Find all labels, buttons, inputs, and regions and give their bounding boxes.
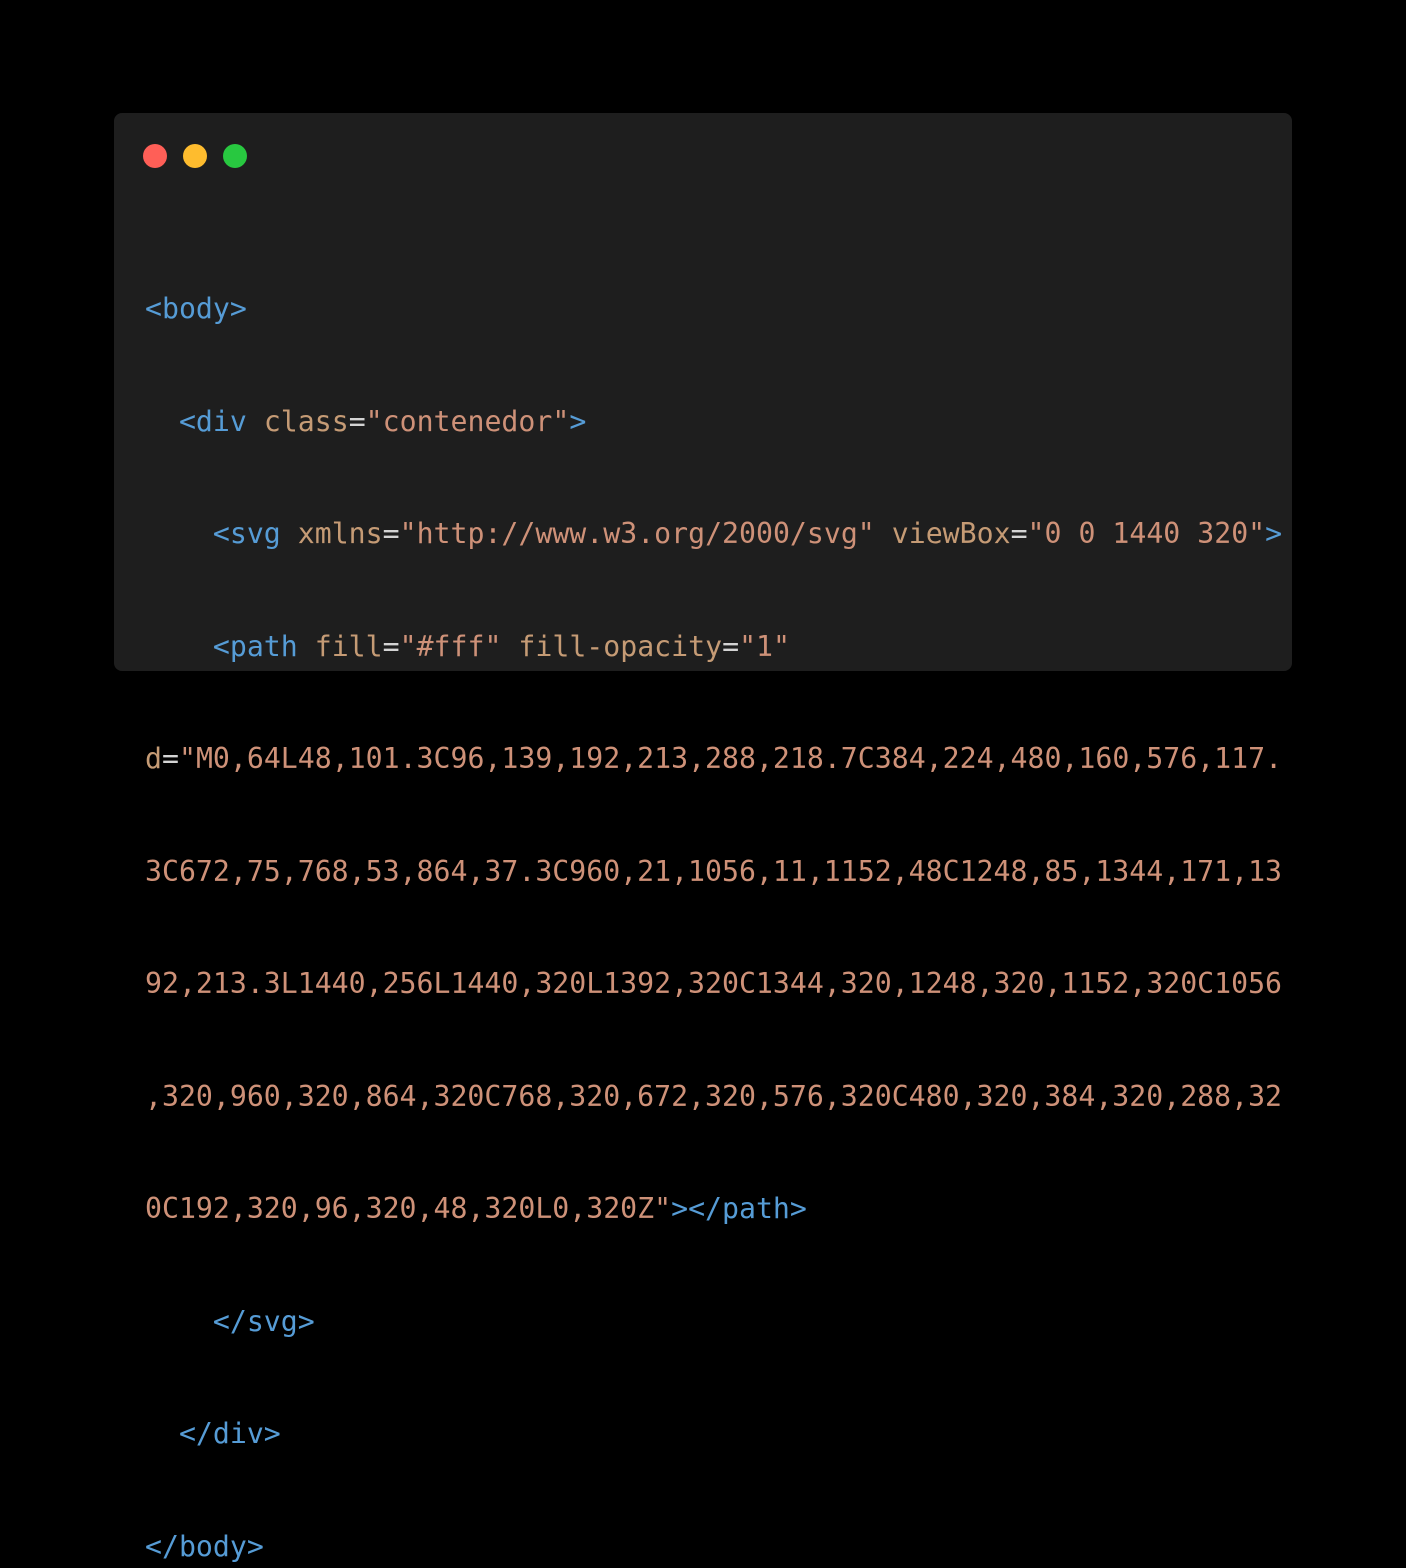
path-data-value: 3C672,75,768,53,864,37.3C960,21,1056,11,… xyxy=(145,854,1283,888)
equals-sign: = xyxy=(348,404,366,438)
code-block: <body> <div class="contenedor"> <svg xml… xyxy=(145,215,1282,1568)
tag-close-bracket: > xyxy=(1265,517,1283,550)
fill-value: "#fff" xyxy=(399,629,502,663)
screenshot-background: <body> <div class="contenedor"> <svg xml… xyxy=(0,0,1406,1563)
maximize-button[interactable] xyxy=(223,144,247,168)
path-data-value: 0C192,320,96,320,48,320L0,320Z" xyxy=(145,1192,672,1225)
equals-sign: = xyxy=(382,629,400,663)
minimize-button[interactable] xyxy=(183,144,207,168)
code-line-10: </svg> xyxy=(145,1303,1277,1341)
fill-opacity-value: "1" xyxy=(739,629,790,663)
xmlns-value: "http://www.w3.org/2000/svg" xyxy=(399,517,875,550)
body-open-tag: <body> xyxy=(145,292,247,325)
code-line-11: </div> xyxy=(145,1415,1277,1453)
fill-opacity-attribute: fill-opacity xyxy=(518,629,723,663)
body-close-tag: </body> xyxy=(145,1529,264,1563)
code-line-1: <body> xyxy=(145,290,1277,328)
code-line-7: 92,213.3L1440,256L1440,320L1392,320C1344… xyxy=(145,965,1282,1003)
tag-close-bracket: > xyxy=(569,404,587,438)
code-line-2: <div class="contenedor"> xyxy=(145,403,1277,441)
path-close-tag: ></path> xyxy=(671,1192,807,1225)
equals-sign: = xyxy=(1010,517,1028,550)
code-window: <body> <div class="contenedor"> <svg xml… xyxy=(114,113,1292,1563)
svg-close-tag: </svg> xyxy=(212,1304,315,1338)
viewbox-value: "0 0 1440 320" xyxy=(1027,517,1266,550)
window-controls xyxy=(143,144,247,168)
code-line-5: d="M0,64L48,101.3C96,139,192,213,288,218… xyxy=(145,740,1282,778)
class-value: "contenedor" xyxy=(365,404,570,438)
class-attribute: class xyxy=(263,404,349,438)
fill-attribute: fill xyxy=(314,629,383,663)
code-line-12: </body> xyxy=(145,1528,1277,1566)
code-line-9: 0C192,320,96,320,48,320L0,320Z"></path> xyxy=(145,1190,1277,1228)
close-button[interactable] xyxy=(143,144,167,168)
code-line-3: <svg xmlns="http://www.w3.org/2000/svg" … xyxy=(145,515,1282,553)
path-data-value: 92,213.3L1440,256L1440,320L1392,320C1344… xyxy=(145,967,1283,1000)
equals-sign: = xyxy=(722,629,740,663)
path-open-tag: <path xyxy=(212,629,298,663)
xmlns-attribute: xmlns xyxy=(297,517,383,550)
viewbox-attribute: viewBox xyxy=(891,517,1011,550)
svg-open-tag: <svg xyxy=(212,517,281,550)
path-data-value: ,320,960,320,864,320C768,320,672,320,576… xyxy=(145,1079,1283,1113)
d-attribute: d xyxy=(145,742,162,775)
path-data-value: "M0,64L48,101.3C96,139,192,213,288,218.7… xyxy=(178,742,1283,775)
equals-sign: = xyxy=(161,742,179,775)
div-open-tag: <div xyxy=(178,404,247,438)
code-line-8: ,320,960,320,864,320C768,320,672,320,576… xyxy=(145,1078,1282,1116)
div-close-tag: </div> xyxy=(178,1417,281,1450)
equals-sign: = xyxy=(382,517,400,550)
code-line-4: <path fill="#fff" fill-opacity="1" xyxy=(145,628,1277,666)
code-line-6: 3C672,75,768,53,864,37.3C960,21,1056,11,… xyxy=(145,853,1282,891)
